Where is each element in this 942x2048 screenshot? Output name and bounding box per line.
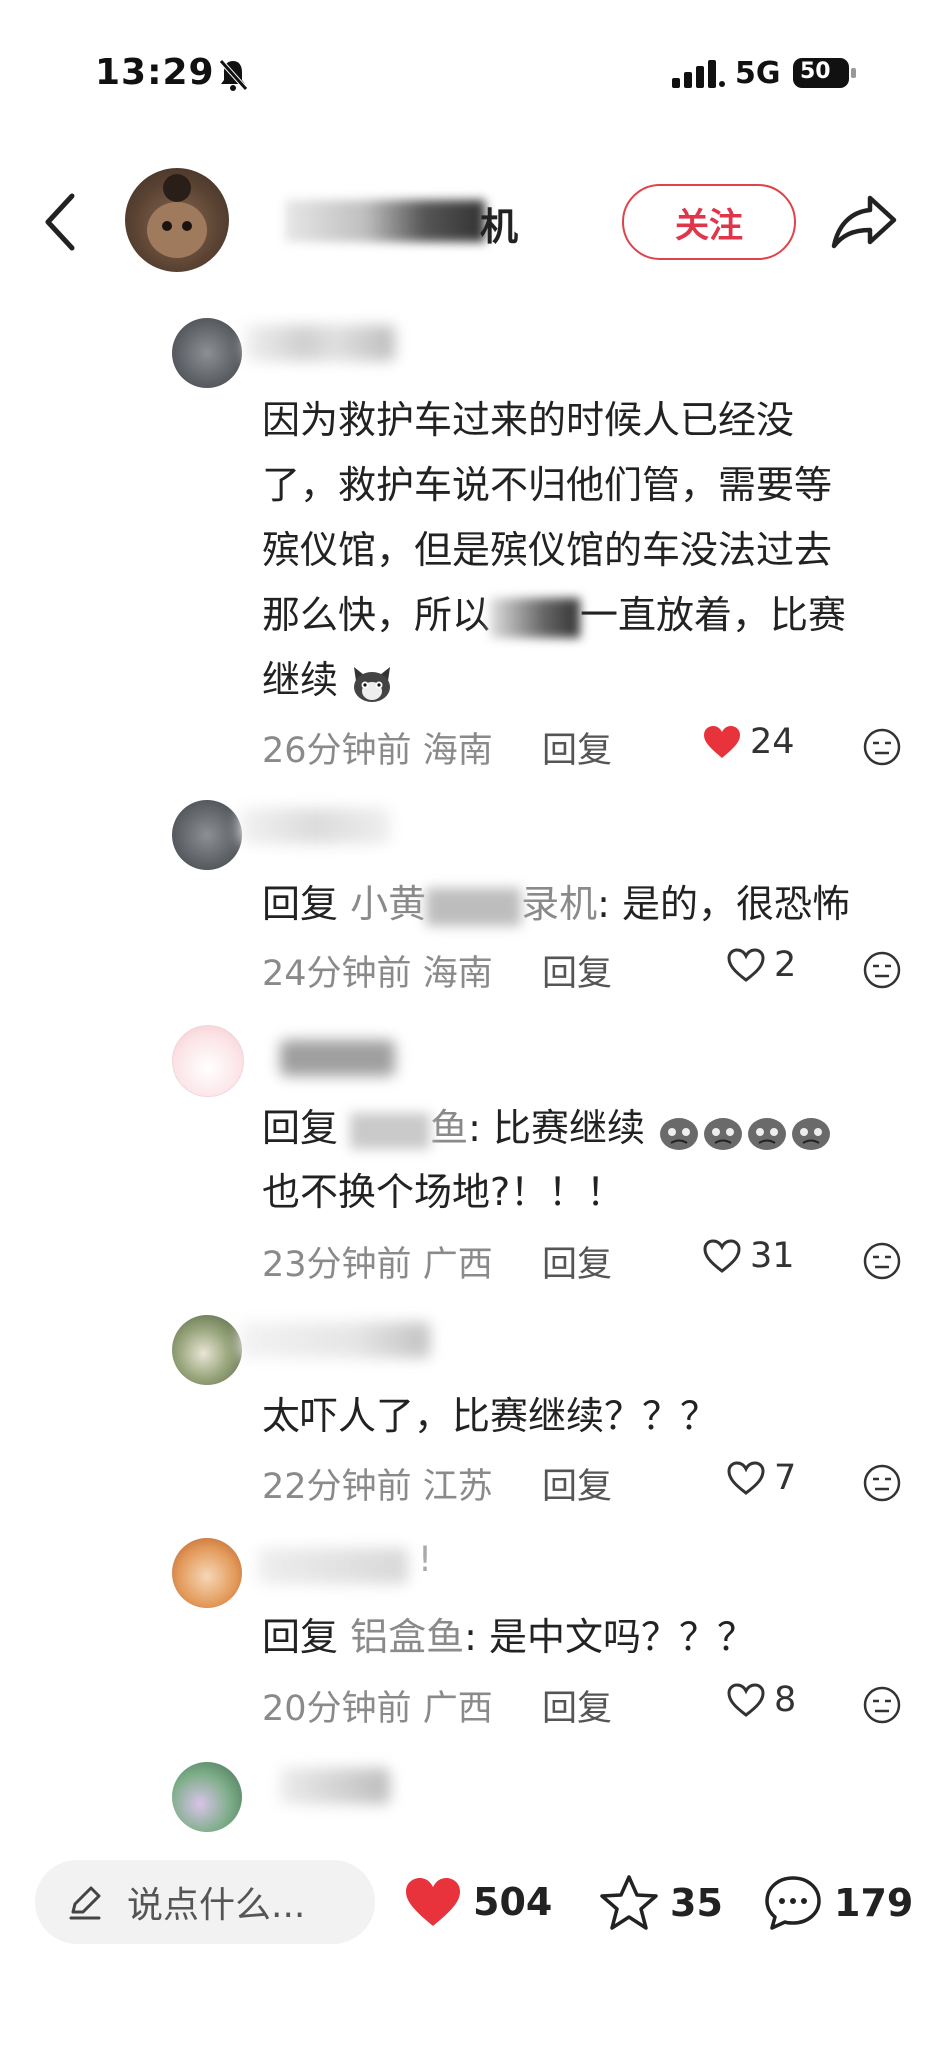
commenter-name-blurred bbox=[245, 325, 395, 361]
commenter-name-tail: ! bbox=[418, 1540, 433, 1580]
author-avatar[interactable] bbox=[125, 168, 229, 272]
commenter-avatar[interactable] bbox=[172, 1538, 242, 1608]
status-time: 13:29 bbox=[95, 52, 215, 93]
commenter-name-blurred bbox=[280, 1768, 390, 1804]
like-button[interactable]: 7 bbox=[726, 1458, 796, 1498]
commenter-avatar[interactable] bbox=[172, 800, 242, 870]
heart-icon bbox=[727, 948, 765, 982]
heart-icon bbox=[727, 1461, 765, 1495]
commenter-name-blurred bbox=[280, 1040, 395, 1076]
comment-text: 因为救护车过来的时候人已经没 了，救护车说不归他们管，需要等 殡仪馆，但是殡仪馆… bbox=[262, 398, 847, 702]
comment-text: 太吓人了，比赛继续？？？ bbox=[262, 1394, 719, 1438]
like-button[interactable]: 24 bbox=[702, 722, 795, 762]
battery-level: 50 bbox=[800, 59, 831, 84]
comment-text: 回复 鱼: 比赛继续 bbox=[262, 1096, 833, 1161]
reply-button[interactable]: 回复 bbox=[542, 945, 612, 996]
comment-meta: 23分钟前 广西 bbox=[262, 1245, 493, 1285]
network-label: 5G bbox=[735, 56, 781, 91]
reply-button[interactable]: 回复 bbox=[542, 1458, 612, 1509]
comment-count-button[interactable]: 179 bbox=[762, 1873, 913, 1933]
author-name-blurred bbox=[285, 200, 485, 242]
commenter-avatar[interactable] bbox=[172, 1025, 244, 1097]
star-icon bbox=[600, 1875, 658, 1930]
comment-meta: 24分钟前 海南 bbox=[262, 954, 493, 994]
reply-button[interactable]: 回复 bbox=[542, 722, 612, 773]
comment-meta: 22分钟前 江苏 bbox=[262, 1467, 493, 1507]
dislike-face-icon[interactable] bbox=[862, 950, 902, 990]
dislike-face-icon[interactable] bbox=[862, 1685, 902, 1725]
reply-target-name[interactable]: 小黄 录机 bbox=[350, 882, 597, 926]
dislike-face-icon[interactable] bbox=[862, 727, 902, 767]
follow-button[interactable]: 关注 bbox=[622, 184, 796, 260]
cat-emoji-icon bbox=[354, 666, 391, 702]
comment-input[interactable]: 说点什么... bbox=[35, 1860, 375, 1944]
dislike-face-icon[interactable] bbox=[862, 1241, 902, 1281]
commenter-avatar[interactable] bbox=[172, 318, 242, 388]
blurred-name-part bbox=[350, 1112, 431, 1149]
pencil-icon bbox=[69, 1886, 101, 1920]
crying-emoji-icon bbox=[748, 1117, 787, 1150]
commenter-avatar[interactable] bbox=[172, 1762, 242, 1832]
like-button[interactable]: 31 bbox=[702, 1236, 795, 1276]
commenter-avatar[interactable] bbox=[172, 1315, 242, 1385]
like-count-button[interactable]: 504 bbox=[403, 1875, 552, 1929]
heart-icon bbox=[703, 1239, 741, 1273]
comment-meta: 20分钟前 广西 bbox=[262, 1689, 493, 1729]
commenter-name-blurred bbox=[240, 1322, 430, 1358]
heart-icon bbox=[727, 1683, 765, 1717]
dislike-face-icon[interactable] bbox=[862, 1463, 902, 1503]
reply-target-name[interactable]: 鱼 bbox=[350, 1106, 468, 1150]
commenter-name-blurred bbox=[258, 1548, 408, 1584]
heart-icon bbox=[406, 1878, 460, 1926]
emoji-row bbox=[657, 1106, 833, 1150]
share-icon[interactable] bbox=[830, 192, 898, 250]
crying-emoji-icon bbox=[704, 1117, 743, 1150]
comment-input-placeholder: 说点什么... bbox=[127, 1885, 306, 1926]
comment-text: 回复 小黄 录机: 是的，很恐怖 bbox=[262, 882, 851, 926]
reply-button[interactable]: 回复 bbox=[542, 1680, 612, 1731]
author-name: 机 bbox=[480, 205, 519, 249]
signal-icon bbox=[672, 60, 725, 88]
bell-muted-icon bbox=[219, 59, 248, 91]
like-button[interactable]: 2 bbox=[726, 945, 796, 985]
comment-text-line2: 也不换个场地?！！！ bbox=[262, 1170, 625, 1214]
commenter-name-blurred bbox=[240, 808, 390, 844]
blurred-name-part bbox=[426, 887, 522, 926]
crying-emoji-icon bbox=[792, 1117, 831, 1150]
like-button[interactable]: 8 bbox=[726, 1680, 796, 1720]
comment-icon bbox=[765, 1876, 821, 1930]
blurred-word bbox=[490, 597, 581, 638]
favorite-button[interactable]: 35 bbox=[598, 1873, 723, 1933]
heart-icon bbox=[704, 726, 740, 758]
crying-emoji-icon bbox=[660, 1117, 699, 1150]
back-icon[interactable] bbox=[40, 190, 80, 254]
comment-text: 回复 铝盒鱼: 是中文吗？？？ bbox=[262, 1615, 756, 1659]
reply-target-name[interactable]: 铝盒鱼 bbox=[350, 1615, 464, 1659]
comment-meta: 26分钟前 海南 bbox=[262, 731, 493, 771]
reply-button[interactable]: 回复 bbox=[542, 1236, 612, 1287]
